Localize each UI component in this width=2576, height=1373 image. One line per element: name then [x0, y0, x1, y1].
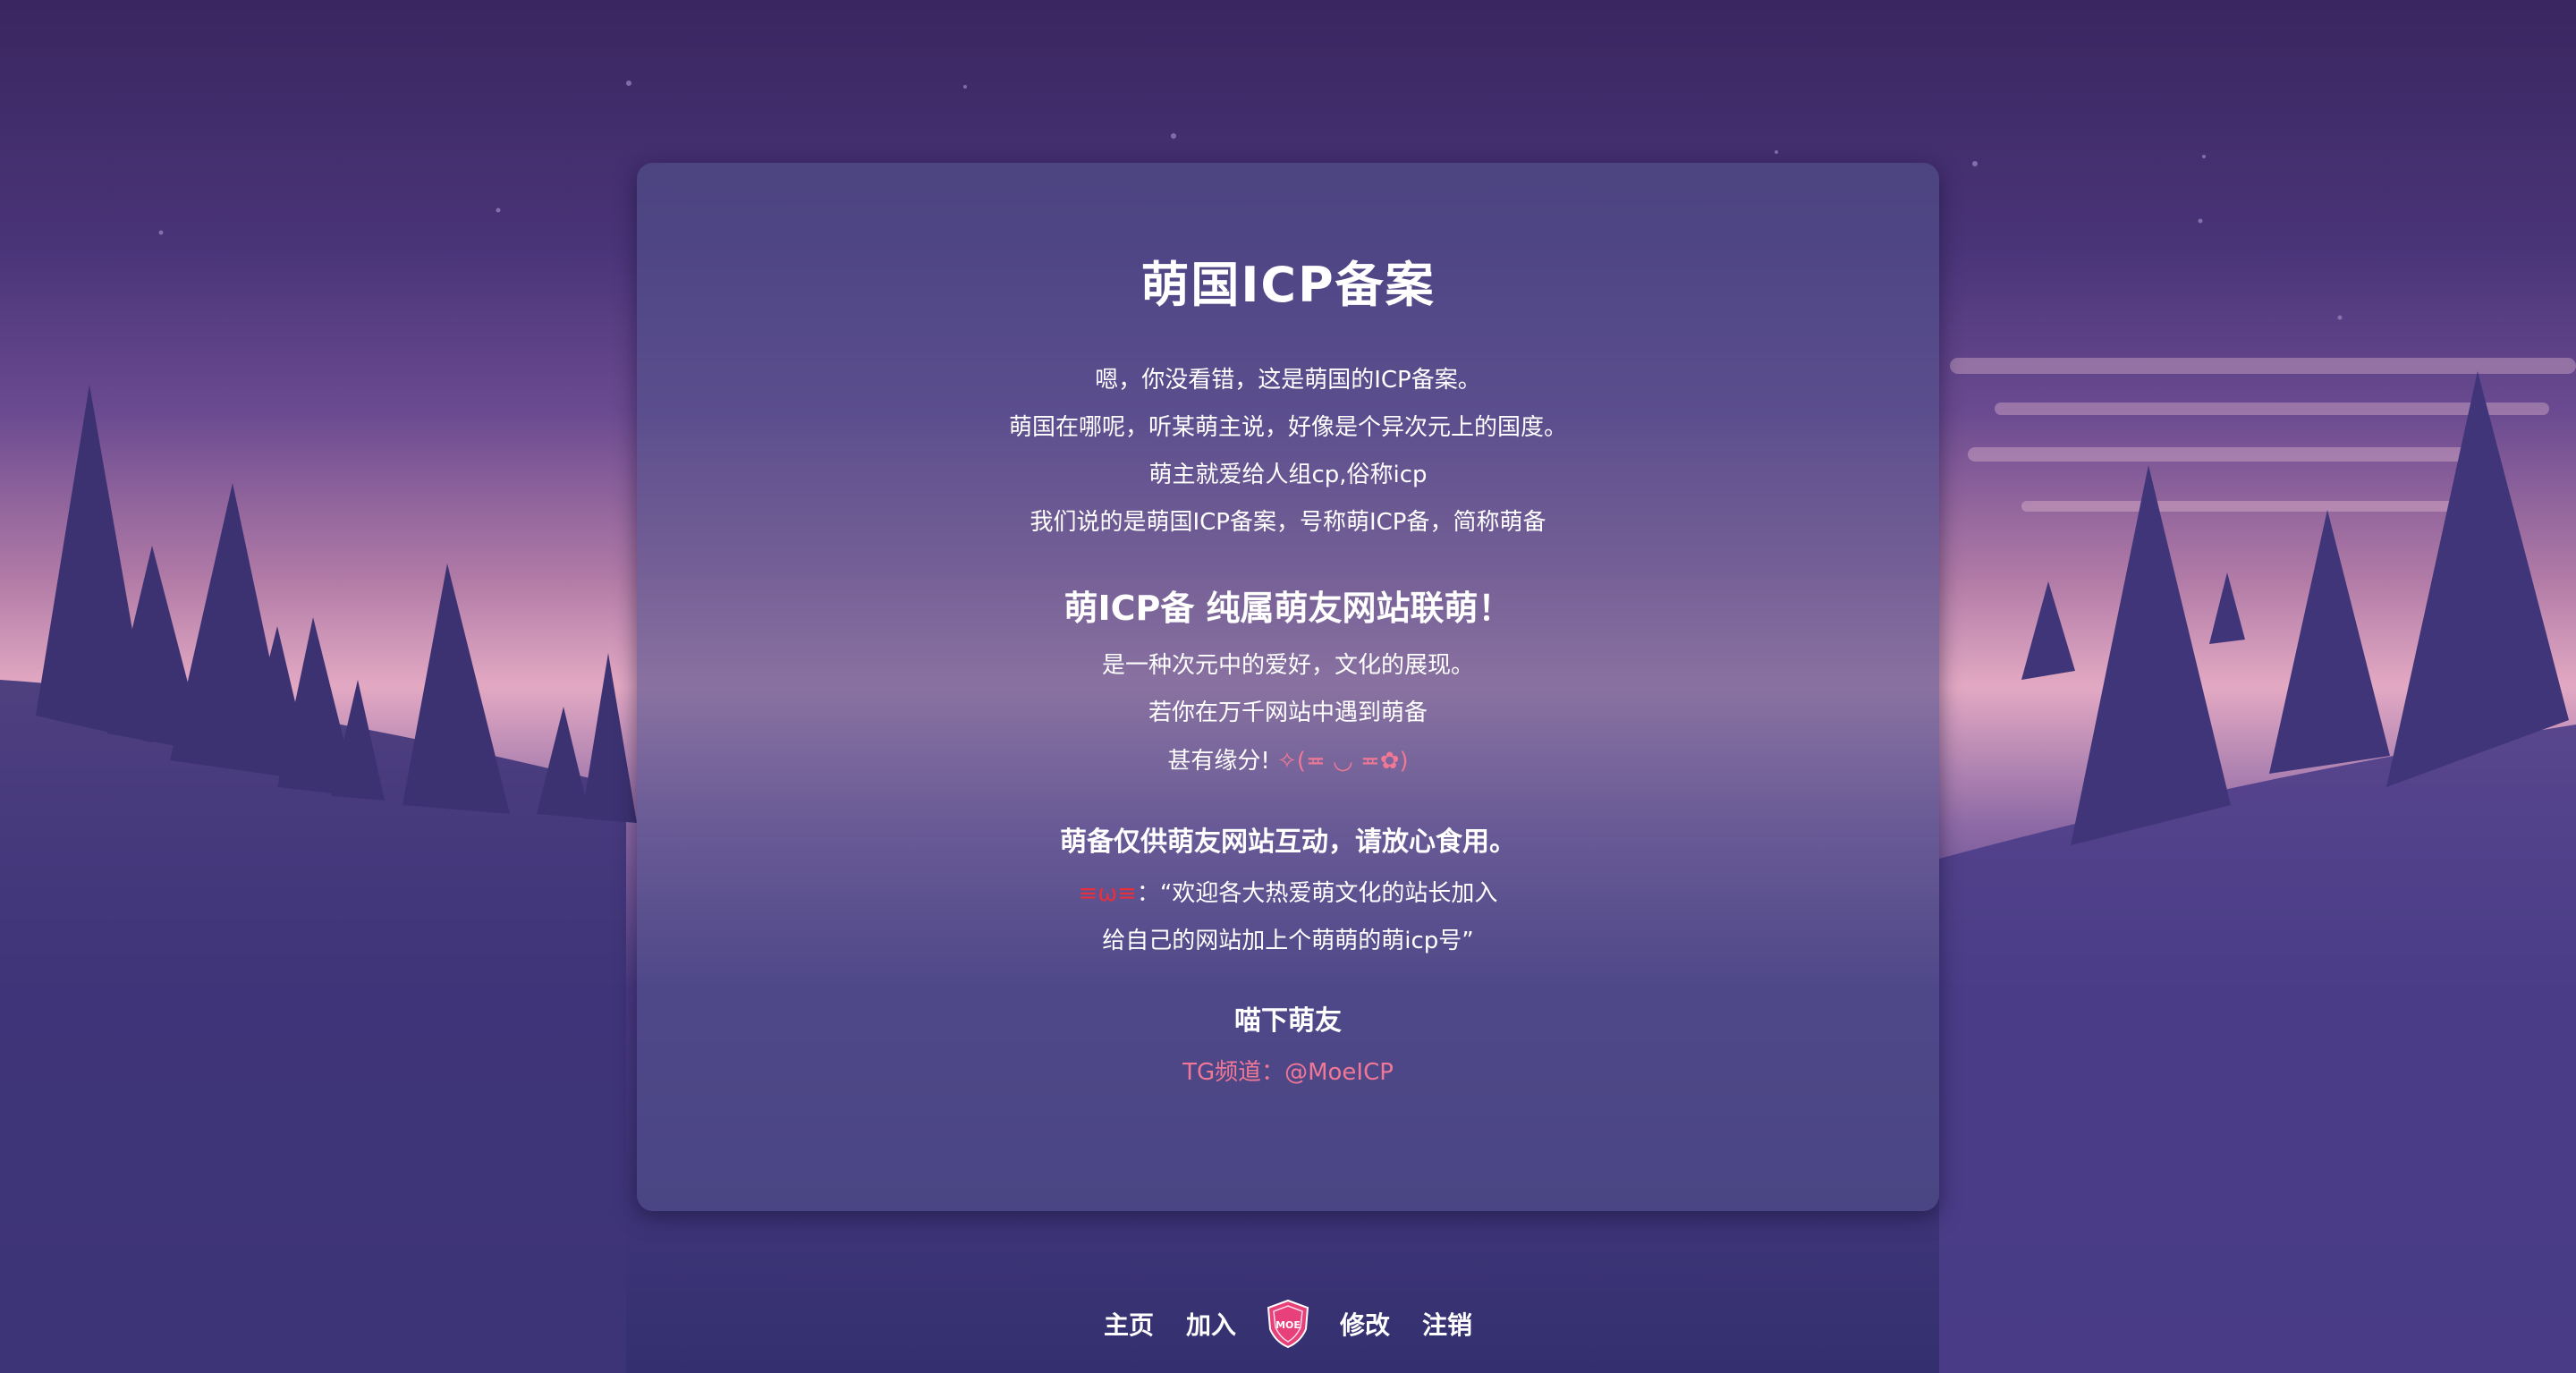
tg-channel-link[interactable]: TG频道：@MoeICP — [637, 1057, 1939, 1088]
section3-line-1: ≡ω≡：“欢迎各大热爱萌文化的站长加入 — [637, 878, 1939, 909]
moe-shield-icon[interactable]: MOE — [1265, 1299, 1311, 1349]
intro-line-2: 萌国在哪呢，听某萌主说，好像是个异次元上的国度。 — [1008, 414, 1567, 441]
right-hill — [1939, 725, 2576, 1373]
section2-line-1: 是一种次元中的爱好，文化的展现。 — [1101, 652, 1474, 679]
nav-home-link[interactable]: 主页 — [1104, 1306, 1154, 1342]
section3-line-2: 给自己的网站加上个萌萌的萌icp号” — [1102, 928, 1474, 954]
page-title: 萌国ICP备案 — [1140, 257, 1436, 313]
intro-line-3: 萌主就爱给人组cp,俗称icp — [1148, 462, 1428, 488]
logo-text: MOE — [1275, 1319, 1301, 1331]
section4-heading: 喵下萌友 — [1234, 1005, 1342, 1037]
nav-join-link[interactable]: 加入 — [1186, 1306, 1236, 1342]
section2-line-3-text: 甚有缘分! — [1167, 748, 1278, 775]
intro-line-4: 我们说的是萌国ICP备案，号称萌ICP备，简称萌备 — [1030, 509, 1546, 536]
nav-edit-link[interactable]: 修改 — [1340, 1306, 1390, 1342]
nav-cancel-link[interactable]: 注销 — [1422, 1306, 1472, 1342]
kaomoji-cat: ≡ω≡ — [1078, 880, 1137, 907]
section3-quote-1: ：“欢迎各大热爱萌文化的站长加入 — [1136, 880, 1498, 907]
section2-line-3: 甚有缘分! ✧(≖ ◡ ≖✿) — [637, 746, 1939, 776]
intro-line-1: 嗯，你没看错，这是萌国的ICP备案。 — [1095, 367, 1481, 394]
section2-heading: 萌ICP备 纯属萌友网站联萌！ — [1063, 589, 1513, 628]
kaomoji-smile: ✧(≖ ◡ ≖✿) — [1277, 748, 1409, 775]
info-card: 萌国ICP备案 嗯，你没看错，这是萌国的ICP备案。 萌国在哪呢，听某萌主说，好… — [637, 163, 1939, 1211]
section3-heading: 萌备仅供萌友网站互动，请放心食用。 — [1060, 826, 1516, 858]
section2-line-2: 若你在万千网站中遇到萌备 — [1148, 699, 1428, 726]
footer-nav: 主页 加入 MOE 修改 注销 — [0, 1299, 2576, 1349]
